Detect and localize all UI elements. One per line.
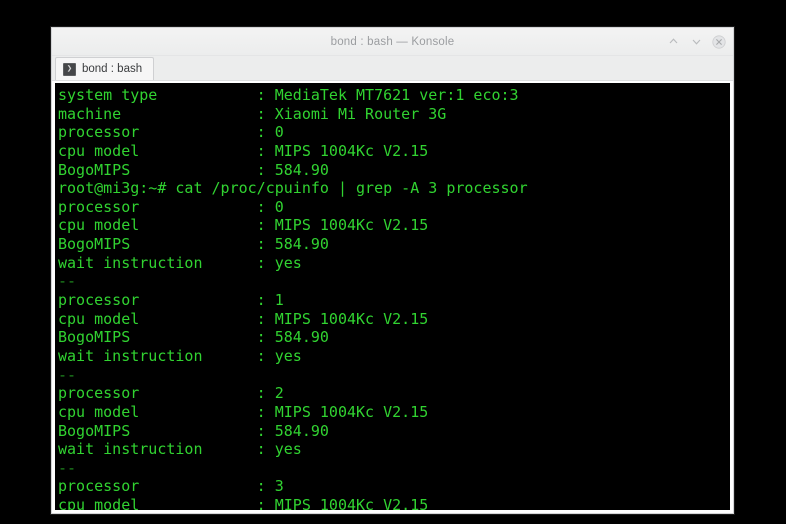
- terminal-line: cpu model : MIPS 1004Kc V2.15: [58, 216, 429, 235]
- terminal-line: BogoMIPS : 584.90: [58, 235, 329, 254]
- tab-bar: ❯ bond : bash: [52, 56, 733, 81]
- terminal-line: BogoMIPS : 584.90: [58, 160, 329, 179]
- terminal-line: --: [58, 272, 77, 291]
- terminal-line: BogoMIPS : 584.90: [58, 328, 329, 347]
- terminal-output: system type : MediaTek MT7621 ver:1 eco:…: [56, 86, 730, 510]
- window-title: bond : bash — Konsole: [330, 35, 455, 48]
- terminal-prompt-icon: ❯: [63, 62, 76, 76]
- terminal-line: cpu model : MIPS 1004Kc V2.15: [58, 309, 429, 328]
- terminal-line: root@mi3g:~# cat /proc/cpuinfo | grep -A…: [58, 179, 528, 198]
- terminal-line: cpu model : MIPS 1004Kc V2.15: [58, 141, 429, 160]
- close-window-button[interactable]: [712, 34, 726, 49]
- terminal-line: --: [58, 458, 77, 477]
- window-titlebar[interactable]: bond : bash — Konsole: [52, 28, 733, 56]
- terminal-line: --: [58, 365, 77, 384]
- chevron-down-icon[interactable]: [689, 35, 703, 49]
- konsole-window: bond : bash — Konsole ❯ bond: bash syst…: [51, 27, 734, 514]
- terminal-view[interactable]: system type : MediaTek MT7621 ver:1 eco:…: [55, 83, 730, 510]
- terminal-line: wait instruction : yes: [58, 253, 302, 272]
- terminal-line: processor : 0: [58, 197, 284, 216]
- tab-bond-bash[interactable]: ❯ bond : bash: [55, 57, 155, 80]
- terminal-line: cpu model : MIPS 1004Kc V2.15: [58, 496, 429, 510]
- desktop-background: bond : bash — Konsole ❯ bond: bash syst…: [0, 0, 786, 524]
- terminal-line: cpu model : MIPS 1004Kc V2.15: [58, 402, 429, 421]
- terminal-line: BogoMIPS : 584.90: [58, 421, 329, 440]
- terminal-line: processor : 1: [58, 291, 284, 310]
- terminal-line: processor : 0: [58, 123, 284, 142]
- window-controls: [666, 28, 726, 55]
- tab-label: bond : bash: [82, 63, 143, 75]
- terminal-line: machine : Xiaomi Mi Router 3G: [58, 104, 447, 123]
- terminal-line: wait instruction : yes: [58, 440, 302, 459]
- terminal-line: system type : MediaTek MT7621 ver:1 eco:…: [58, 86, 519, 104]
- terminal-frame: system type : MediaTek MT7621 ver:1 eco:…: [52, 81, 733, 513]
- shade-window-button[interactable]: [666, 35, 680, 49]
- terminal-line: processor : 3: [58, 477, 284, 496]
- terminal-line: processor : 2: [58, 384, 284, 403]
- terminal-line: wait instruction : yes: [58, 346, 302, 365]
